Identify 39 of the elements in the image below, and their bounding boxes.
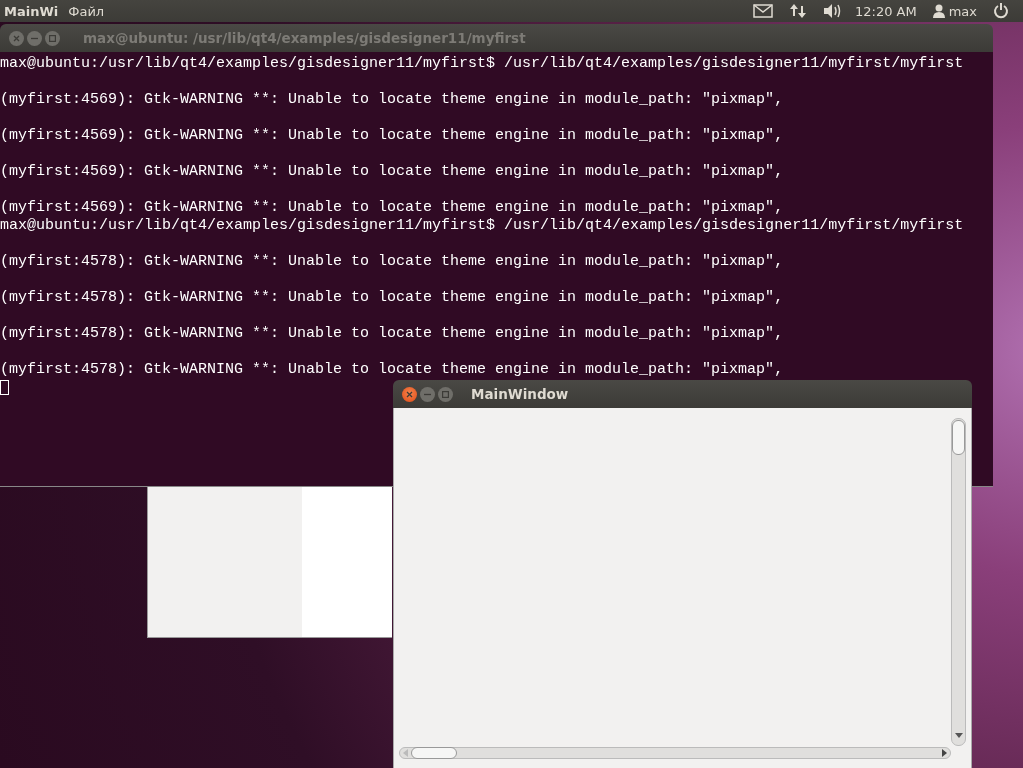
right-arrow-icon[interactable] — [942, 749, 947, 757]
window-title: MainWindow — [471, 386, 569, 402]
minimize-button[interactable] — [420, 386, 435, 402]
speaker-icon[interactable] — [822, 3, 843, 19]
output-line: (myfirst:4569): Gtk-WARNING **: Unable to locate theme engine in module_path: "pixmap", — [0, 127, 784, 145]
output-line: (myfirst:4578): Gtk-WARNING **: Unable to locate theme engine in module_path: "pixmap", — [0, 325, 784, 343]
text-cursor — [0, 380, 9, 395]
minimize-button[interactable] — [27, 30, 42, 46]
user-name[interactable]: max — [948, 3, 977, 19]
power-icon[interactable] — [993, 3, 1009, 19]
scrollbar-thumb[interactable] — [411, 747, 457, 759]
maximize-icon — [442, 390, 449, 398]
close-icon — [13, 34, 20, 42]
output-line: (myfirst:4578): Gtk-WARNING **: Unable to locate theme engine in module_path: "pixmap", — [0, 253, 784, 271]
prompt-line: max@ubuntu:/usr/lib/qt4/examples/gisdesigner11/myfirst$ /usr/lib/qt4/examples/gisdesigner11/myfirst/myfirst — [0, 55, 964, 73]
close-button[interactable] — [402, 386, 417, 402]
vertical-scrollbar[interactable] — [951, 418, 966, 746]
scrollbar-thumb[interactable] — [952, 420, 965, 455]
window-title: max@ubuntu: /usr/lib/qt4/examples/gisdesigner11/myfirst — [83, 30, 526, 46]
envelope-icon[interactable] — [752, 4, 773, 18]
maximize-icon — [49, 34, 56, 42]
arrows-icon[interactable] — [788, 2, 807, 20]
horizontal-scrollbar[interactable] — [399, 747, 951, 759]
output-line: (myfirst:4569): Gtk-WARNING **: Unable to locate theme engine in module_path: "pixmap", — [0, 91, 784, 109]
down-arrow-icon[interactable] — [955, 733, 963, 739]
menu-item[interactable]: Файл — [68, 3, 105, 19]
output-line: (myfirst:4578): Gtk-WARNING **: Unable to locate theme engine in module_path: "pixmap", — [0, 361, 784, 379]
output-line: (myfirst:4569): Gtk-WARNING **: Unable to locate theme engine in module_path: "pixmap", — [0, 199, 784, 217]
output-line: (myfirst:4578): Gtk-WARNING **: Unable to locate theme engine in module_path: "pixmap", — [0, 289, 784, 307]
maximize-button[interactable] — [438, 386, 453, 402]
app-name: MainWi — [4, 3, 59, 19]
left-arrow-icon[interactable] — [403, 749, 408, 757]
maximize-button[interactable] — [45, 30, 60, 46]
person-icon[interactable] — [932, 4, 945, 18]
output-line: (myfirst:4569): Gtk-WARNING **: Unable to locate theme engine in module_path: "pixmap", — [0, 163, 784, 181]
prompt-line: max@ubuntu:/usr/lib/qt4/examples/gisdesigner11/myfirst$ /usr/lib/qt4/examples/gisdesigner11/myfirst/myfirst — [0, 217, 964, 235]
close-icon — [406, 390, 413, 398]
close-button[interactable] — [9, 30, 24, 46]
clock[interactable]: 12:20 AM — [854, 3, 917, 19]
